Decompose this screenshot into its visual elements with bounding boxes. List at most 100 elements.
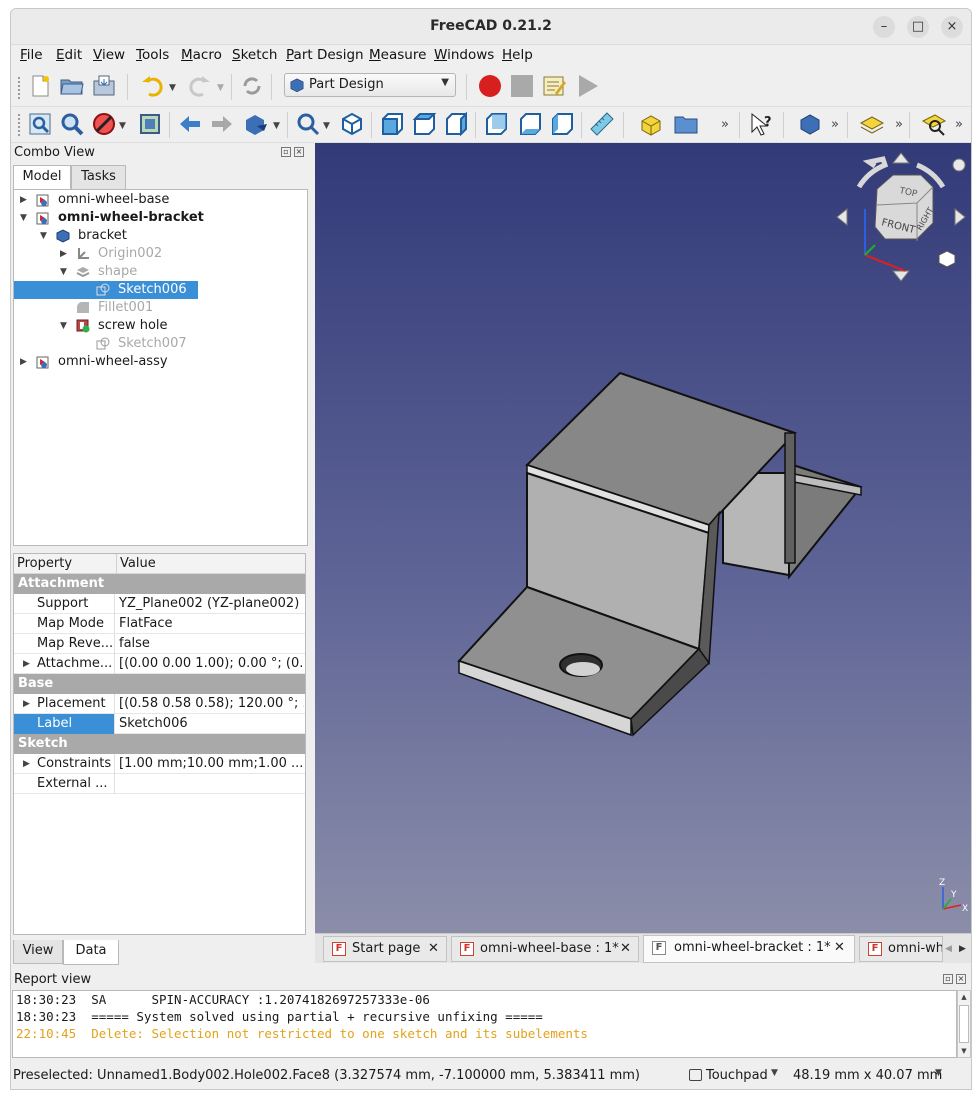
open-folder-icon[interactable]: [59, 73, 85, 99]
isometric-view-icon[interactable]: [339, 111, 365, 137]
menu-file[interactable]: File: [20, 47, 43, 63]
redo-icon[interactable]: [187, 73, 213, 99]
new-document-icon[interactable]: [27, 73, 53, 99]
report-output[interactable]: 18:30:23 SA SPIN-ACCURACY :1.20741826972…: [12, 990, 957, 1058]
float-panel-icon[interactable]: ▫: [943, 974, 953, 984]
tab-data[interactable]: Data: [63, 940, 119, 965]
tab-omni-wheel-assy[interactable]: F omni-wheel-assy: [859, 936, 943, 962]
new-sketch-icon[interactable]: [859, 111, 885, 137]
tab-omni-wheel-base[interactable]: F omni-wheel-base : 1* ✕: [451, 936, 639, 962]
top-view-icon[interactable]: [411, 111, 437, 137]
scroll-tabs-left-icon[interactable]: ◀: [945, 938, 957, 960]
tree-item-bracket[interactable]: ▼ bracket: [14, 227, 307, 245]
fit-selection-icon[interactable]: [59, 111, 85, 137]
tab-start-page[interactable]: F Start page ✕: [323, 936, 447, 962]
close-panel-icon[interactable]: ×: [956, 974, 966, 984]
prop-map-mode[interactable]: Map Mode FlatFace: [14, 614, 305, 634]
scroll-tabs-right-icon[interactable]: ▶: [959, 938, 971, 960]
menu-part-design[interactable]: Part Design: [286, 47, 364, 63]
axis-y-label: Y: [950, 890, 957, 900]
tree-item-shape[interactable]: ▼ shape: [14, 263, 307, 281]
navigation-style[interactable]: Touchpad: [706, 1068, 768, 1083]
prop-constraints[interactable]: ▶ Constraints [1.00 mm;10.00 mm;1.00 ...: [14, 754, 305, 774]
body-icon[interactable]: [797, 111, 823, 137]
menu-edit[interactable]: Edit: [56, 47, 82, 63]
menu-view[interactable]: View: [93, 47, 125, 63]
file-toolbar: ▼ ▼: [11, 67, 971, 107]
prop-label[interactable]: Label Sketch006: [14, 714, 305, 734]
tree-item-fillet001[interactable]: Fillet001: [14, 299, 307, 317]
axis-triad: Z Y X: [939, 878, 968, 914]
menu-windows[interactable]: Windows: [434, 47, 494, 63]
save-icon[interactable]: [91, 73, 117, 99]
edit-macro-icon[interactable]: [541, 73, 567, 99]
prop-support[interactable]: Support YZ_Plane002 (YZ-plane002): [14, 594, 305, 614]
workbench-selector[interactable]: Part Design ▼: [284, 73, 456, 97]
sync-view-icon[interactable]: [243, 111, 269, 137]
maximize-button[interactable]: □: [907, 16, 929, 38]
minimize-button[interactable]: –: [873, 16, 895, 38]
close-window-button[interactable]: ×: [941, 16, 963, 38]
group-sketch[interactable]: Sketch: [14, 734, 305, 754]
rear-view-icon[interactable]: [483, 111, 509, 137]
menu-measure[interactable]: Measure: [369, 47, 426, 63]
report-scrollbar[interactable]: ▲ ▼: [957, 990, 971, 1058]
combo-view-panel: Combo View ▫ × Model Tasks ▶ omni-wheel-…: [11, 143, 312, 967]
std-view-zoom-icon[interactable]: [295, 111, 321, 137]
tree-item-sketch007[interactable]: Sketch007: [14, 335, 307, 353]
close-tab-icon[interactable]: ✕: [428, 937, 439, 961]
fit-all-icon[interactable]: [27, 111, 53, 137]
navigation-cube[interactable]: TOP FRONT RIGHT: [831, 149, 972, 285]
tree-item-omni-wheel-base[interactable]: ▶ omni-wheel-base: [14, 191, 307, 209]
group-attachment[interactable]: Attachment: [14, 574, 305, 594]
run-macro-icon[interactable]: [575, 73, 601, 99]
chevron-down-icon: ▼: [771, 1068, 778, 1078]
tab-omni-wheel-bracket[interactable]: F omni-wheel-bracket : 1* ✕: [643, 935, 855, 963]
property-editor: Property Value Attachment Support YZ_Plan…: [13, 553, 306, 935]
prop-placement[interactable]: ▶ Placement [(0.58 0.58 0.58); 120.00 °; .…: [14, 694, 305, 714]
forward-arrow-icon[interactable]: [209, 111, 235, 137]
front-view-icon[interactable]: [379, 111, 405, 137]
tree-item-omni-wheel-bracket[interactable]: ▼ omni-wheel-bracket: [14, 209, 307, 227]
tree-item-sketch006[interactable]: Sketch006: [14, 281, 198, 299]
tree-item-omni-wheel-assy[interactable]: ▶ omni-wheel-assy: [14, 353, 307, 371]
close-tab-icon[interactable]: ✕: [834, 936, 845, 960]
back-arrow-icon[interactable]: [177, 111, 203, 137]
prop-external-geometry[interactable]: External ...: [14, 774, 305, 794]
right-view-icon[interactable]: [443, 111, 469, 137]
bottom-view-icon[interactable]: [517, 111, 543, 137]
tree-item-screw-hole[interactable]: ▼ screw hole: [14, 317, 307, 335]
record-macro-icon[interactable]: [477, 73, 503, 99]
measure-linear-icon[interactable]: [921, 111, 947, 137]
report-line: 18:30:23 SA SPIN-ACCURACY :1.20741826972…: [16, 992, 430, 1007]
undo-icon[interactable]: [139, 73, 165, 99]
close-panel-icon[interactable]: ×: [294, 147, 304, 157]
measure-ruler-icon[interactable]: [589, 111, 615, 137]
close-tab-icon[interactable]: ✕: [620, 937, 631, 961]
tab-view[interactable]: View: [13, 940, 63, 964]
refresh-icon[interactable]: [239, 73, 265, 99]
create-group-icon[interactable]: [673, 111, 699, 137]
view-dimensions[interactable]: 48.19 mm x 40.07 mm: [793, 1068, 942, 1083]
stop-macro-icon[interactable]: [509, 73, 535, 99]
axis-x-label: X: [962, 904, 968, 914]
prop-map-reversed[interactable]: Map Reve... false: [14, 634, 305, 654]
tab-model[interactable]: Model: [13, 165, 71, 190]
whats-this-icon[interactable]: ?: [749, 111, 775, 137]
create-part-icon[interactable]: [639, 111, 665, 137]
draw-style-icon[interactable]: [91, 111, 117, 137]
float-panel-icon[interactable]: ▫: [281, 147, 291, 157]
tab-tasks[interactable]: Tasks: [71, 165, 126, 189]
left-view-icon[interactable]: [549, 111, 575, 137]
freecad-icon: F: [652, 941, 666, 955]
prop-attachment-offset[interactable]: ▶ Attachme... [(0.00 0.00 1.00); 0.00 °; (…: [14, 654, 305, 674]
bounding-box-icon[interactable]: [137, 111, 163, 137]
menu-tools[interactable]: Tools: [136, 47, 169, 63]
menu-help[interactable]: Help: [502, 47, 533, 63]
tree-item-origin002[interactable]: ▶ Origin002: [14, 245, 307, 263]
3d-viewport[interactable]: TOP FRONT RIGHT Z Y X: [315, 143, 972, 933]
menu-sketch[interactable]: Sketch: [232, 47, 278, 63]
window-title: FreeCAD 0.21.2: [430, 18, 552, 34]
group-base[interactable]: Base: [14, 674, 305, 694]
menu-macro[interactable]: Macro: [181, 47, 222, 63]
